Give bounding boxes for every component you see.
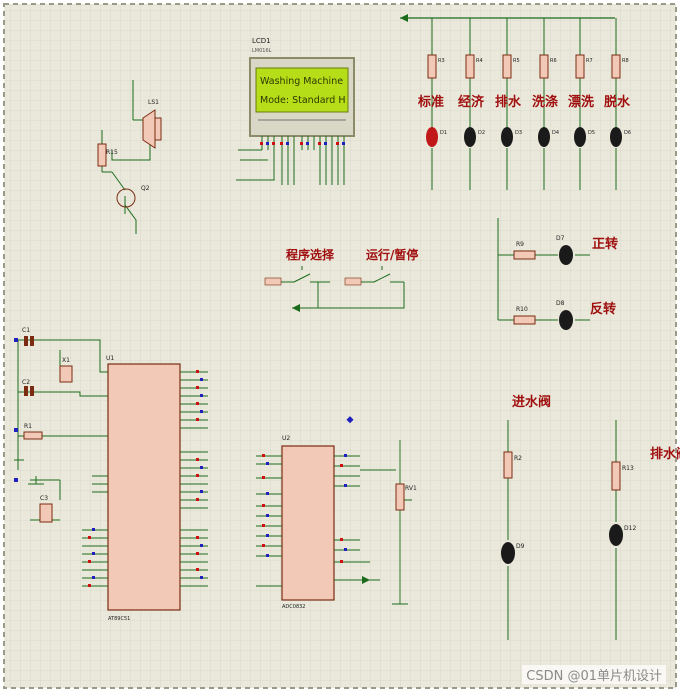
led-d9-icon: [501, 542, 515, 564]
reverse-label: 反转: [590, 301, 616, 317]
lcd-ref: LCD1: [252, 37, 271, 45]
circuit-schematic: LCD1 LM016L Washing Machine Mode: Standa…: [3, 3, 680, 689]
buzzer-resistor-ref: R15: [106, 149, 118, 156]
motor-r9-ref: R9: [516, 241, 524, 248]
motor-d7-ref: D7: [556, 235, 565, 242]
inlet-valve-label: 进水阀: [512, 394, 551, 410]
led-d2-icon: [464, 127, 476, 147]
mode-led-5-res: R7: [586, 58, 593, 64]
inlet-led-ref: D9: [516, 543, 525, 550]
mode-led-2-label: 经济: [458, 94, 485, 110]
led-d7-icon: [559, 245, 573, 265]
watermark: CSDN @01单片机设计: [522, 665, 666, 684]
drain-led-ref: D12: [624, 525, 636, 532]
mcu-ref: U1: [106, 355, 114, 362]
mode-led-6-ref: D6: [624, 130, 631, 136]
cap-c3-ref: C3: [40, 495, 48, 502]
led-d6-icon: [610, 127, 622, 147]
mode-led-4-res: R6: [550, 58, 557, 64]
mode-led-3-res: R5: [513, 58, 520, 64]
mode-led-2-res: R4: [476, 58, 483, 64]
adc-pot-ref: RV1: [405, 485, 417, 492]
buzzer-transistor-ref: Q2: [141, 185, 150, 192]
mode-led-2-ref: D2: [478, 130, 485, 136]
led-d4-icon: [538, 127, 550, 147]
lcd-line-1: Washing Machine: [260, 76, 343, 87]
led-d1-icon: [426, 127, 438, 147]
xtal-ref: X1: [62, 357, 70, 364]
drain-res-ref: R13: [622, 465, 634, 472]
adc-part: ADC0832: [282, 604, 306, 610]
mcu-body: [107, 363, 181, 611]
mode-led-3-ref: D3: [515, 130, 522, 136]
lcd-line-2: Mode: Standard H: [260, 95, 346, 106]
mode-led-6-label: 脱水: [604, 94, 631, 110]
mode-led-4-label: 洗涤: [532, 94, 558, 110]
mode-led-6-res: R8: [622, 58, 629, 64]
res-r1-ref: R1: [24, 423, 32, 430]
adc-body: [281, 445, 335, 601]
led-d8-icon: [559, 310, 573, 330]
mode-led-5-label: 漂洗: [568, 94, 594, 110]
schematic-canvas: LCD1 LM016L Washing Machine Mode: Standa…: [0, 0, 680, 694]
led-d3-icon: [501, 127, 513, 147]
run-pause-label: 运行/暂停: [366, 247, 418, 262]
buzzer-speaker-ref: LS1: [148, 99, 159, 106]
adc-ref: U2: [282, 435, 290, 442]
cap-c1-ref: C1: [22, 327, 30, 334]
mode-led-1-res: R3: [438, 58, 445, 64]
mode-led-1-ref: D1: [440, 130, 447, 136]
mode-led-5-ref: D5: [588, 130, 595, 136]
program-select-label: 程序选择: [286, 247, 335, 262]
mode-led-4-ref: D4: [552, 130, 559, 136]
forward-label: 正转: [592, 236, 618, 252]
led-d5-icon: [574, 127, 586, 147]
mode-led-1-label: 标准: [417, 94, 444, 110]
mcu-part: AT89C51: [108, 616, 130, 622]
motor-d8-ref: D8: [556, 300, 565, 307]
motor-r10-ref: R10: [516, 306, 528, 313]
led-d12-icon: [609, 524, 623, 546]
cap-c2-ref: C2: [22, 379, 30, 386]
drain-valve-label: 排水阀: [650, 446, 680, 462]
lcd-part: LM016L: [252, 48, 272, 54]
inlet-res-ref: R2: [514, 455, 522, 462]
mode-led-3-label: 排水: [495, 94, 522, 110]
